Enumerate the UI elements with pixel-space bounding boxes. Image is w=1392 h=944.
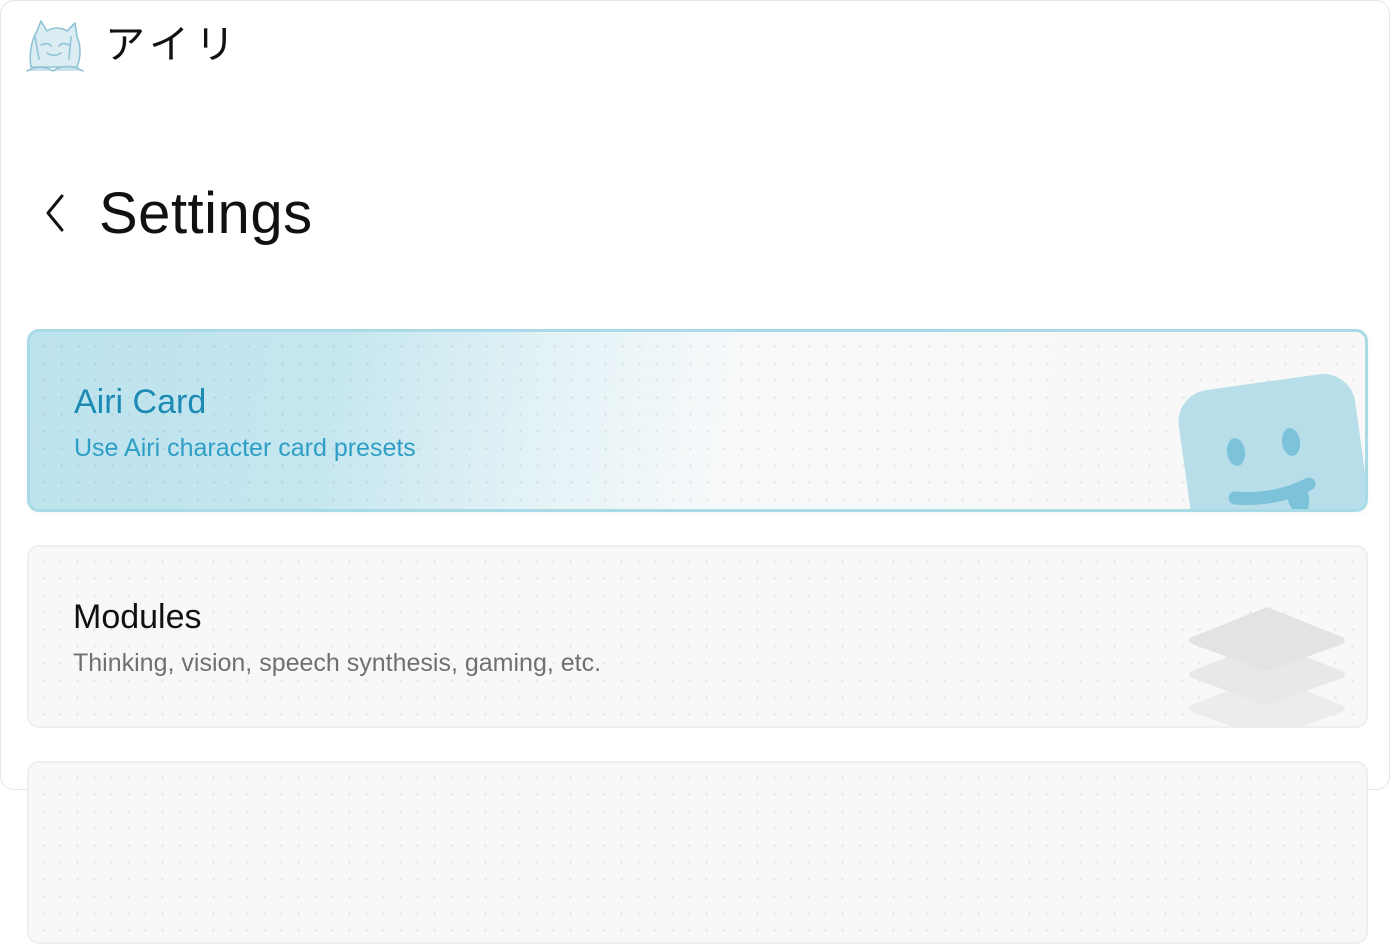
card-title: Modules <box>73 598 202 636</box>
brand-name: アイリ <box>105 22 241 68</box>
settings-card-partial[interactable] <box>27 761 1368 944</box>
back-button[interactable] <box>37 177 73 249</box>
app-window: アイリ Settings Airi Card Use Airi characte… <box>0 0 1390 944</box>
settings-card-modules[interactable]: Modules Thinking, vision, speech synthes… <box>27 545 1368 728</box>
smiley-sticker-icon <box>1178 373 1365 509</box>
page-title: Settings <box>99 180 313 246</box>
card-text: Modules Thinking, vision, speech synthes… <box>73 597 601 679</box>
settings-card-airi-card[interactable]: Airi Card Use Airi character card preset… <box>27 329 1368 512</box>
card-description: Use Airi character card presets <box>74 434 416 462</box>
card-description: Thinking, vision, speech synthesis, gami… <box>73 649 602 677</box>
page-header: Settings <box>37 177 313 249</box>
card-text: Airi Card Use Airi character card preset… <box>74 382 416 464</box>
brand-header: アイリ <box>23 15 241 75</box>
dot-pattern-background <box>29 763 1366 942</box>
layers-stack-icon <box>1189 607 1345 726</box>
anime-character-logo-icon <box>26 20 84 72</box>
chevron-left-icon <box>46 194 64 232</box>
card-title: Airi Card <box>74 383 207 421</box>
